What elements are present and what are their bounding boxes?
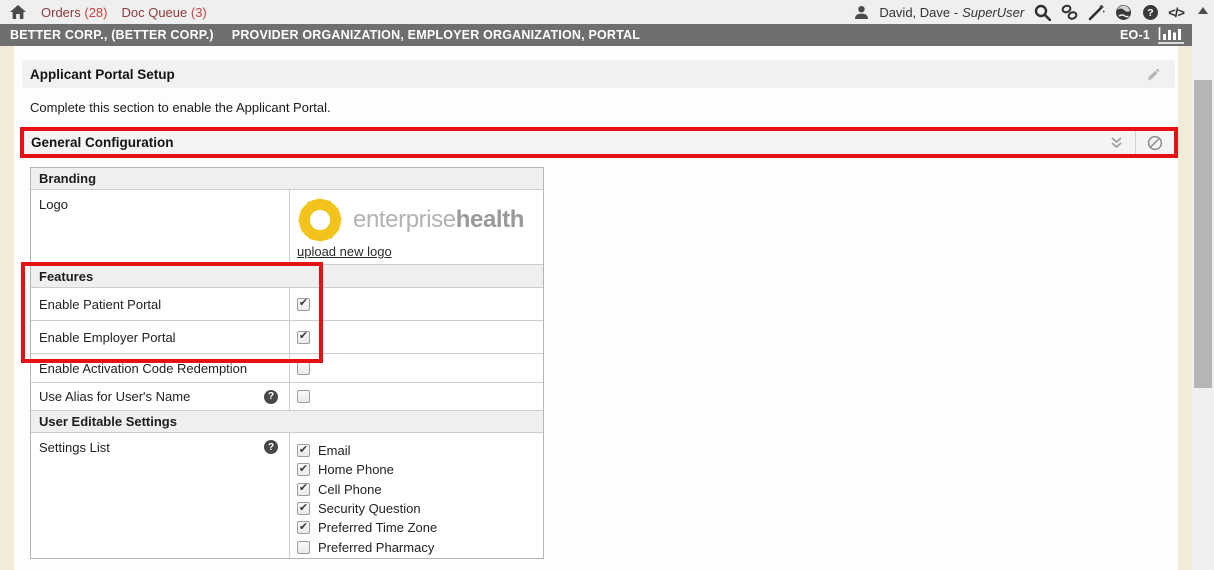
org-context-right: EO-1 bbox=[1120, 26, 1184, 44]
option-cell-phone: Cell Phone bbox=[297, 480, 543, 499]
nav-orders[interactable]: Orders (28) bbox=[41, 5, 107, 20]
row-label: Use Alias for User's Name bbox=[39, 389, 190, 404]
user-role: SuperUser bbox=[962, 5, 1024, 20]
settings-list-label-cell: Settings List ? bbox=[31, 433, 290, 558]
preferred-time-zone-checkbox[interactable] bbox=[297, 521, 310, 534]
option-label: Preferred Time Zone bbox=[318, 520, 437, 535]
nav-doc-queue-count: (3) bbox=[191, 5, 207, 20]
section-title: General Configuration bbox=[31, 135, 174, 150]
table-row-logo: Logo bbox=[31, 190, 543, 265]
disable-section-icon[interactable] bbox=[1136, 131, 1174, 154]
page-title: Applicant Portal Setup bbox=[30, 67, 175, 82]
settings-options-list: Email Home Phone Cell Phone Security Que… bbox=[290, 433, 543, 558]
email-checkbox[interactable] bbox=[297, 444, 310, 457]
use-alias-checkbox[interactable] bbox=[297, 390, 310, 403]
chevron-double-down-icon[interactable] bbox=[1097, 131, 1135, 154]
org-context-left: BETTER CORP., (BETTER CORP.) PROVIDER OR… bbox=[10, 28, 640, 42]
row-label-with-help: Use Alias for User's Name ? bbox=[31, 383, 290, 410]
home-phone-checkbox[interactable] bbox=[297, 463, 310, 476]
option-home-phone: Home Phone bbox=[297, 460, 543, 479]
logo-pinwheel-icon bbox=[296, 196, 344, 244]
option-label: Preferred Pharmacy bbox=[318, 540, 434, 555]
applicant-portal-config-table: Branding Logo bbox=[30, 167, 544, 559]
option-label: Email bbox=[318, 443, 351, 458]
section-controls bbox=[1097, 131, 1174, 154]
edit-pencil-icon[interactable] bbox=[1146, 67, 1161, 82]
vertical-scrollbar[interactable] bbox=[1192, 0, 1214, 570]
context-code: EO-1 bbox=[1120, 28, 1150, 42]
row-label: Enable Patient Portal bbox=[31, 288, 290, 320]
option-security-question: Security Question bbox=[297, 499, 543, 518]
wand-icon[interactable] bbox=[1087, 3, 1105, 21]
preferred-pharmacy-checkbox[interactable] bbox=[297, 541, 310, 554]
enterprise-health-logo: enterprisehealth bbox=[296, 196, 524, 244]
org-types: PROVIDER ORGANIZATION, EMPLOYER ORGANIZA… bbox=[232, 28, 640, 42]
section-header-general-configuration: General Configuration bbox=[24, 131, 1174, 154]
page-description: Complete this section to enable the Appl… bbox=[30, 100, 331, 115]
settings-list-help-icon[interactable]: ? bbox=[264, 440, 278, 454]
home-icon[interactable] bbox=[9, 3, 27, 21]
svg-text:?: ? bbox=[1147, 7, 1153, 19]
row-label: Settings List bbox=[39, 440, 110, 455]
current-user[interactable]: David, Dave - SuperUser bbox=[879, 5, 1024, 20]
search-icon[interactable] bbox=[1033, 3, 1051, 21]
row-label: Enable Activation Code Redemption bbox=[31, 354, 290, 382]
table-section-branding: Branding bbox=[31, 168, 543, 190]
option-label: Home Phone bbox=[318, 462, 394, 477]
logo-row-value: enterprisehealth upload new logo bbox=[290, 190, 543, 264]
logo-text-bold: health bbox=[456, 206, 524, 233]
alias-help-icon[interactable]: ? bbox=[264, 390, 278, 404]
option-label: Cell Phone bbox=[318, 482, 382, 497]
nav-doc-queue[interactable]: Doc Queue (3) bbox=[121, 5, 206, 20]
cell-phone-checkbox[interactable] bbox=[297, 483, 310, 496]
option-preferred-pharmacy: Preferred Pharmacy bbox=[297, 537, 543, 556]
app-window: Orders (28) Doc Queue (3) David, Dave - … bbox=[0, 0, 1214, 570]
user-name: David, Dave - bbox=[879, 5, 958, 20]
enable-employer-portal-checkbox[interactable] bbox=[297, 331, 310, 344]
scrollbar-up-arrow-icon[interactable] bbox=[1198, 7, 1208, 14]
table-row-use-alias: Use Alias for User's Name ? bbox=[31, 383, 543, 411]
option-label: Security Question bbox=[318, 501, 421, 516]
org-context-bar: BETTER CORP., (BETTER CORP.) PROVIDER OR… bbox=[0, 24, 1192, 46]
globe-icon[interactable] bbox=[1114, 3, 1132, 21]
table-section-user-editable-settings: User Editable Settings bbox=[31, 411, 543, 433]
nav-orders-label: Orders bbox=[41, 5, 81, 20]
top-navigation-bar: Orders (28) Doc Queue (3) David, Dave - … bbox=[0, 0, 1192, 24]
top-nav-left: Orders (28) Doc Queue (3) bbox=[9, 3, 207, 21]
nav-doc-queue-label: Doc Queue bbox=[121, 5, 187, 20]
table-row-enable-patient-portal: Enable Patient Portal bbox=[31, 288, 543, 321]
option-email: Email bbox=[297, 441, 543, 460]
enable-patient-portal-checkbox[interactable] bbox=[297, 298, 310, 311]
top-nav-right: David, Dave - SuperUser ? </> bbox=[852, 3, 1184, 21]
enable-activation-code-checkbox[interactable] bbox=[297, 362, 310, 375]
user-icon bbox=[852, 3, 870, 21]
security-question-checkbox[interactable] bbox=[297, 502, 310, 515]
link-icon[interactable] bbox=[1060, 3, 1078, 21]
scrollbar-thumb[interactable] bbox=[1194, 80, 1212, 388]
help-icon[interactable]: ? bbox=[1141, 3, 1159, 21]
table-row-enable-activation-code: Enable Activation Code Redemption bbox=[31, 354, 543, 383]
chart-icon[interactable] bbox=[1158, 26, 1184, 44]
page-header: Applicant Portal Setup bbox=[22, 60, 1175, 88]
row-label: Enable Employer Portal bbox=[31, 321, 290, 353]
table-row-settings-list: Settings List ? Email Home Phone Cell Ph… bbox=[31, 433, 543, 558]
org-name: BETTER CORP., (BETTER CORP.) bbox=[10, 28, 214, 42]
logo-row-label: Logo bbox=[31, 190, 290, 264]
table-section-features: Features bbox=[31, 265, 543, 288]
logo-text-light: enterprise bbox=[353, 206, 456, 233]
code-icon[interactable]: </> bbox=[1168, 5, 1184, 20]
logo-wordmark: enterprisehealth bbox=[353, 206, 524, 234]
nav-orders-count: (28) bbox=[84, 5, 107, 20]
option-preferred-time-zone: Preferred Time Zone bbox=[297, 518, 543, 537]
table-row-enable-employer-portal: Enable Employer Portal bbox=[31, 321, 543, 354]
upload-new-logo-link[interactable]: upload new logo bbox=[297, 244, 392, 259]
